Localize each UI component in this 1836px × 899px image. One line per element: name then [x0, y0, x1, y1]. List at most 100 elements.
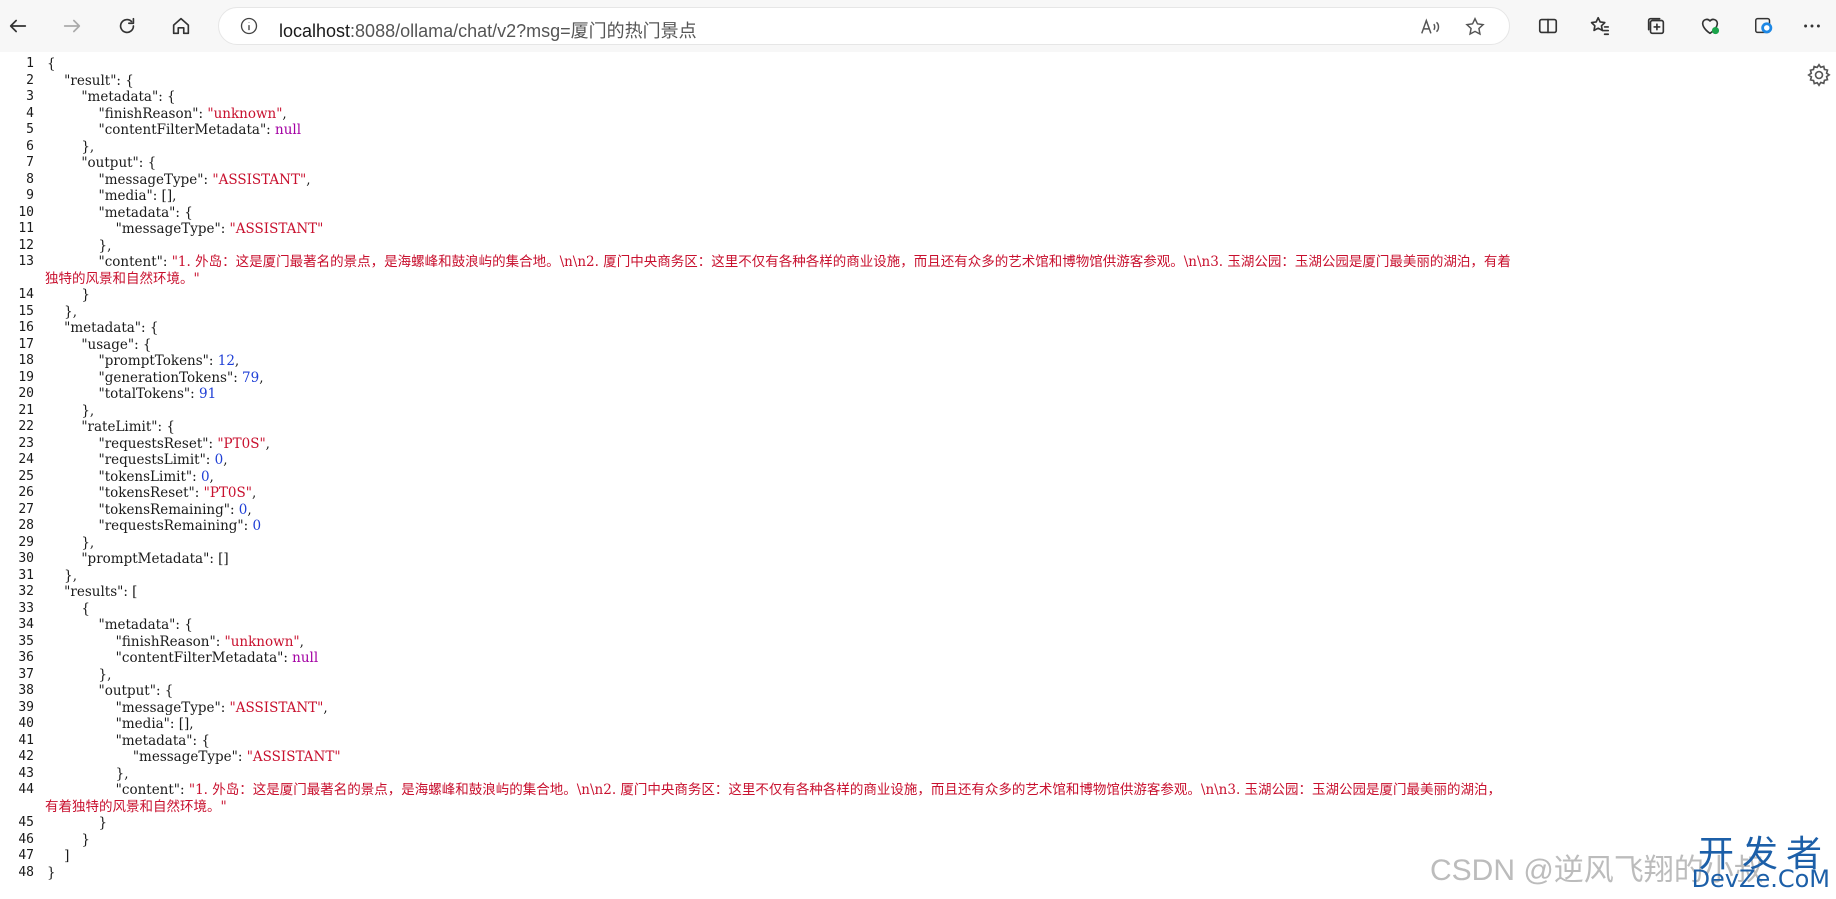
line-number: 7: [26, 155, 34, 170]
line-number: 5: [26, 122, 34, 137]
forward-arrow-icon[interactable]: [56, 10, 88, 42]
line-number: 39: [18, 699, 34, 715]
line-number: 27: [18, 501, 34, 517]
code-line: "requestsRemaining": 0: [98, 518, 262, 534]
json-key: "messageType": [115, 221, 221, 237]
address-bar[interactable]: localhost:8088/ollama/chat/v2?msg=厦门的热门景…: [218, 7, 1510, 45]
code-line: "content": "1. 外岛：这是厦门最著名的景点，是海螺峰和鼓浪屿的集合…: [115, 782, 1502, 798]
site-info-icon[interactable]: [239, 16, 259, 36]
line-number: 26: [18, 485, 34, 500]
code-line: "tokensLimit": 0,: [98, 468, 214, 485]
line-number: 43: [18, 765, 34, 781]
code-line: "metadata": {: [98, 617, 193, 633]
code-line: "metadata": {: [115, 732, 210, 749]
code-line: "promptTokens": 12,: [98, 353, 240, 369]
json-key: "contentFilterMetadata": [98, 122, 267, 138]
gear-icon[interactable]: [1806, 62, 1832, 88]
code-line: "messageType": "ASSISTANT": [132, 749, 341, 765]
json-key: "metadata": [98, 617, 176, 633]
json-key: "tokensRemaining": [98, 501, 230, 518]
back-arrow-icon[interactable]: [2, 10, 34, 42]
json-string: 独特的风景和自然环境。": [45, 270, 200, 287]
json-null: null: [275, 122, 302, 138]
json-number: 91: [198, 386, 217, 402]
json-key: "promptTokens": [98, 353, 209, 369]
json-number: 0: [252, 518, 262, 534]
line-number: 15: [18, 303, 34, 319]
line-number: 41: [18, 732, 34, 748]
line-number: 9: [26, 188, 34, 203]
line-number: 13: [18, 254, 34, 269]
favorites-icon[interactable]: [1584, 10, 1616, 42]
code-line: "metadata": {: [64, 320, 159, 336]
home-icon[interactable]: [165, 10, 197, 42]
line-number: 21: [18, 402, 34, 418]
json-key: "usage": [81, 336, 135, 353]
read-aloud-icon[interactable]: [1419, 16, 1441, 38]
line-number: 31: [18, 567, 34, 583]
code-line: },: [47, 237, 112, 254]
line-number: 14: [18, 287, 34, 302]
code-line-wrap: 有着独特的风景和自然环境。": [45, 799, 1836, 816]
json-string: "1. 外岛：这是厦门最著名的景点，是海螺峰和鼓浪屿的集合地。\n\n2. 厦门…: [171, 254, 1511, 270]
line-number: 2: [26, 72, 34, 88]
split-screen-icon[interactable]: [1532, 10, 1564, 42]
line-number: 19: [18, 369, 34, 385]
line-number-spacer: [0, 271, 34, 288]
code-line: },: [47, 402, 95, 419]
code-line: },: [47, 303, 78, 320]
line-number: 12: [18, 237, 34, 253]
code-line: "generationTokens": 79,: [98, 369, 264, 386]
refresh-icon[interactable]: [111, 10, 143, 42]
json-key: "totalTokens": [98, 386, 191, 402]
json-key: "contentFilterMetadata": [115, 650, 284, 666]
json-key: "generationTokens": [98, 369, 234, 386]
more-menu-icon[interactable]: [1796, 10, 1828, 42]
code-line: {: [47, 600, 90, 617]
code-line: },: [47, 138, 95, 155]
json-key: "metadata": [64, 320, 142, 336]
json-key: "metadata": [98, 204, 176, 221]
line-number: 17: [18, 336, 34, 352]
collections-icon[interactable]: [1640, 10, 1672, 42]
line-number: 35: [18, 633, 34, 649]
code-line: "media": [],: [98, 188, 177, 204]
code-line: "messageType": "ASSISTANT",: [115, 699, 328, 716]
json-key: "requestsReset": [98, 435, 209, 452]
json-null: null: [292, 650, 319, 666]
code-line-wrap: 独特的风景和自然环境。": [45, 271, 1836, 288]
json-string: "PT0S": [217, 435, 266, 452]
code-line: "tokensRemaining": 0,: [98, 501, 252, 518]
json-key: "content": [98, 254, 163, 270]
line-number: 46: [18, 831, 34, 847]
code-line: },: [47, 765, 129, 782]
line-number: 30: [18, 551, 34, 566]
json-string: "PT0S": [203, 485, 252, 501]
line-number: 25: [18, 468, 34, 484]
line-number: 34: [18, 617, 34, 632]
code-line: "rateLimit": {: [81, 419, 175, 435]
json-key: "messageType": [132, 749, 238, 765]
code-line: "tokensReset": "PT0S",: [98, 485, 257, 501]
code-line: "finishReason": "unknown",: [98, 105, 287, 122]
code-line: }: [47, 815, 108, 831]
line-number: 4: [26, 105, 34, 121]
line-number: 1: [26, 56, 34, 71]
line-number-spacer: [0, 799, 34, 816]
json-number: 79: [242, 369, 260, 386]
favorite-star-icon[interactable]: [1464, 16, 1486, 38]
url-text[interactable]: localhost:8088/ollama/chat/v2?msg=厦门的热门景…: [279, 17, 697, 43]
json-string: 有着独特的风景和自然环境。": [45, 798, 227, 815]
code-line: }: [47, 287, 90, 303]
json-string: "unknown": [207, 105, 283, 122]
browser-essentials-icon[interactable]: [1694, 10, 1726, 42]
code-line: "promptMetadata": []: [81, 551, 229, 567]
line-number: 28: [18, 518, 34, 533]
line-number: 42: [18, 749, 34, 764]
line-number: 16: [18, 320, 34, 335]
json-string: "ASSISTANT": [229, 221, 324, 237]
line-number: 33: [18, 600, 34, 616]
edge-icon[interactable]: [1748, 10, 1780, 42]
line-number: 48: [18, 864, 34, 880]
json-key: "content": [115, 782, 181, 798]
